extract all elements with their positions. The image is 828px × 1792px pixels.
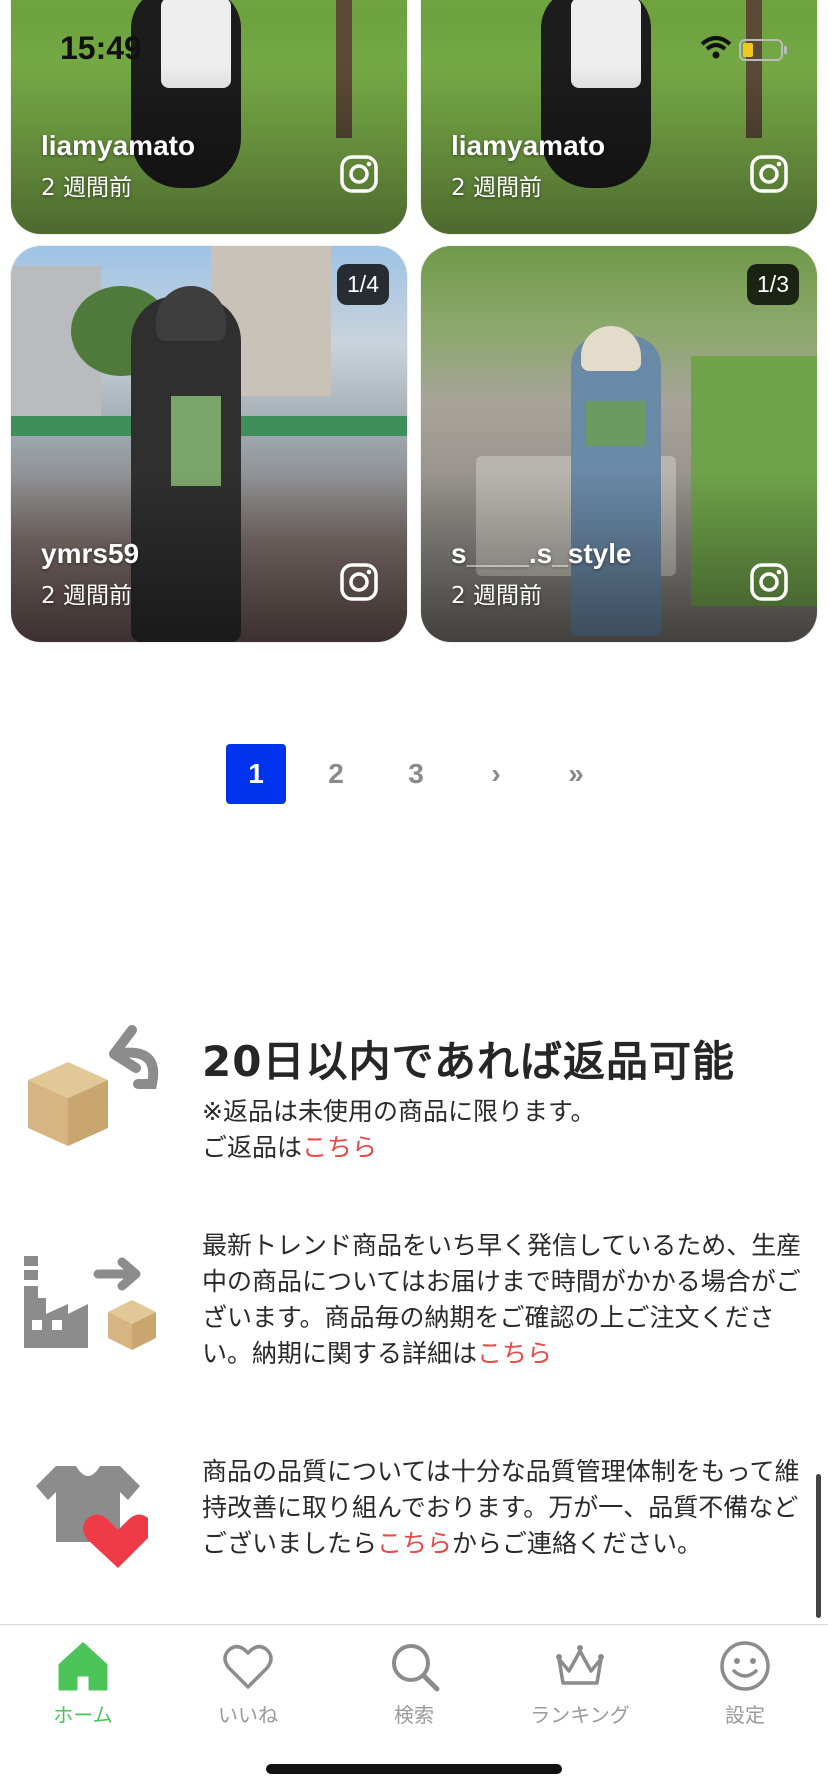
last-page-button[interactable]: »	[546, 744, 606, 804]
tab-label: ランキング	[530, 1703, 630, 1727]
status-icons	[700, 36, 787, 61]
heart-icon	[223, 1644, 273, 1689]
returns-link[interactable]: こちら	[302, 1133, 377, 1162]
instagram-icon[interactable]	[749, 562, 789, 602]
image-count-badge: 1/3	[747, 264, 799, 305]
card-posted-time: 2 週間前	[41, 175, 132, 201]
page-2-button[interactable]: 2	[306, 744, 366, 804]
post-card-3[interactable]: 1/4 ymrs59 2 週間前	[11, 246, 407, 642]
tab-ranking[interactable]: ランキング	[497, 1639, 663, 1728]
quality-link[interactable]: こちら	[377, 1529, 452, 1558]
tab-label: 設定	[725, 1703, 765, 1727]
delivery-text: 最新トレンド商品をいち早く発信しているため、生産中の商品についてはお届けまで時間…	[202, 1228, 802, 1372]
card-posted-time: 2 週間前	[451, 175, 542, 201]
tab-search[interactable]: 検索	[331, 1639, 497, 1728]
quality-suffix: からご連絡ください。	[452, 1529, 703, 1558]
scrollbar[interactable]	[816, 1474, 821, 1618]
page-3-button[interactable]: 3	[386, 744, 446, 804]
card-username[interactable]: s____.s_style	[451, 538, 632, 570]
tshirt-heart-icon	[36, 1466, 148, 1568]
tab-label: いいね	[218, 1703, 278, 1727]
post-card-4[interactable]: 1/3 s____.s_style 2 週間前	[421, 246, 817, 642]
instagram-icon[interactable]	[339, 154, 379, 194]
return-box-icon	[28, 1025, 159, 1146]
instagram-icon[interactable]	[339, 562, 379, 602]
card-username[interactable]: ymrs59	[41, 538, 139, 570]
quality-text: 商品の品質については十分な品質管理体制をもって維持改善に取り組んでおります。万が…	[202, 1454, 802, 1562]
smiley-icon	[720, 1641, 770, 1691]
page-1-button[interactable]: 1	[226, 744, 286, 804]
delivery-link[interactable]: こちら	[477, 1339, 552, 1368]
pagination: 1 2 3 › »	[226, 744, 626, 804]
returns-prefix: ご返品は	[202, 1133, 303, 1162]
instagram-icon[interactable]	[749, 154, 789, 194]
crown-icon	[556, 1645, 604, 1685]
tab-home[interactable]: ホーム	[0, 1639, 166, 1728]
search-icon	[392, 1644, 440, 1692]
wifi-icon	[700, 36, 732, 59]
factory-delivery-icon	[24, 1256, 156, 1350]
battery-icon	[739, 39, 787, 61]
home-indicator	[266, 1764, 562, 1774]
tab-label: 検索	[394, 1703, 434, 1727]
tab-likes[interactable]: いいね	[165, 1639, 331, 1728]
next-page-button[interactable]: ›	[466, 744, 526, 804]
image-count-badge: 1/4	[337, 264, 389, 305]
returns-title: 20日以内であれば返品可能	[202, 1037, 736, 1086]
tab-settings[interactable]: 設定	[662, 1639, 828, 1728]
card-username[interactable]: liamyamato	[41, 130, 195, 162]
home-icon	[58, 1642, 108, 1691]
card-username[interactable]: liamyamato	[451, 130, 605, 162]
card-posted-time: 2 週間前	[451, 583, 542, 609]
returns-text: ※返品は未使用の商品に限ります。 ご返品はこちら	[202, 1094, 802, 1166]
tab-label: ホーム	[53, 1703, 113, 1727]
status-time: 15:49	[60, 30, 142, 66]
card-posted-time: 2 週間前	[41, 583, 132, 609]
returns-note: ※返品は未使用の商品に限ります。	[202, 1097, 596, 1126]
